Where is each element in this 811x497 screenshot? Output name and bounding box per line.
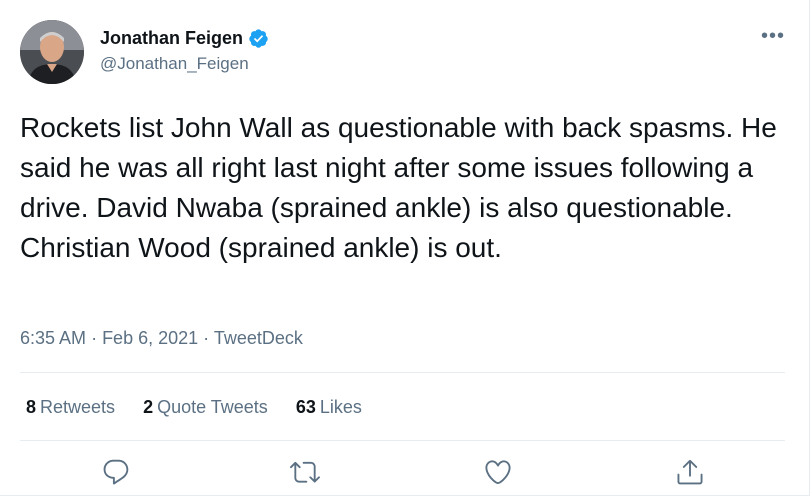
like-icon[interactable]: [483, 457, 513, 487]
author-display-name[interactable]: Jonathan Feigen: [100, 28, 243, 49]
reply-icon[interactable]: [101, 457, 131, 487]
author-avatar[interactable]: [20, 20, 84, 84]
quote-tweets-stat[interactable]: 2 Quote Tweets: [143, 397, 268, 418]
tweet-date[interactable]: Feb 6, 2021: [102, 328, 198, 348]
author-handle[interactable]: @Jonathan_Feigen: [100, 54, 249, 74]
tweet-time[interactable]: 6:35 AM: [20, 328, 86, 348]
tweet-text: Rockets list John Wall as questionable w…: [20, 112, 777, 263]
tweet-meta: 6:35 AM · Feb 6, 2021 · TweetDeck: [20, 328, 303, 349]
tweet-actions: [0, 457, 811, 489]
divider: [20, 440, 785, 441]
likes-stat[interactable]: 63 Likes: [296, 397, 362, 418]
tweet-card: Jonathan Feigen @Jonathan_Feigen ••• Roc…: [0, 0, 810, 496]
tweet-stats: 8 Retweets 2 Quote Tweets 63 Likes: [26, 397, 362, 418]
meta-separator: ·: [91, 328, 103, 348]
retweet-icon[interactable]: [290, 457, 320, 487]
meta-separator: ·: [203, 328, 214, 348]
divider: [20, 372, 785, 373]
retweets-stat[interactable]: 8 Retweets: [26, 397, 115, 418]
share-icon[interactable]: [675, 457, 705, 487]
tweet-source[interactable]: TweetDeck: [214, 328, 303, 348]
verified-badge-icon: [249, 29, 268, 48]
more-options-icon[interactable]: •••: [761, 26, 785, 46]
